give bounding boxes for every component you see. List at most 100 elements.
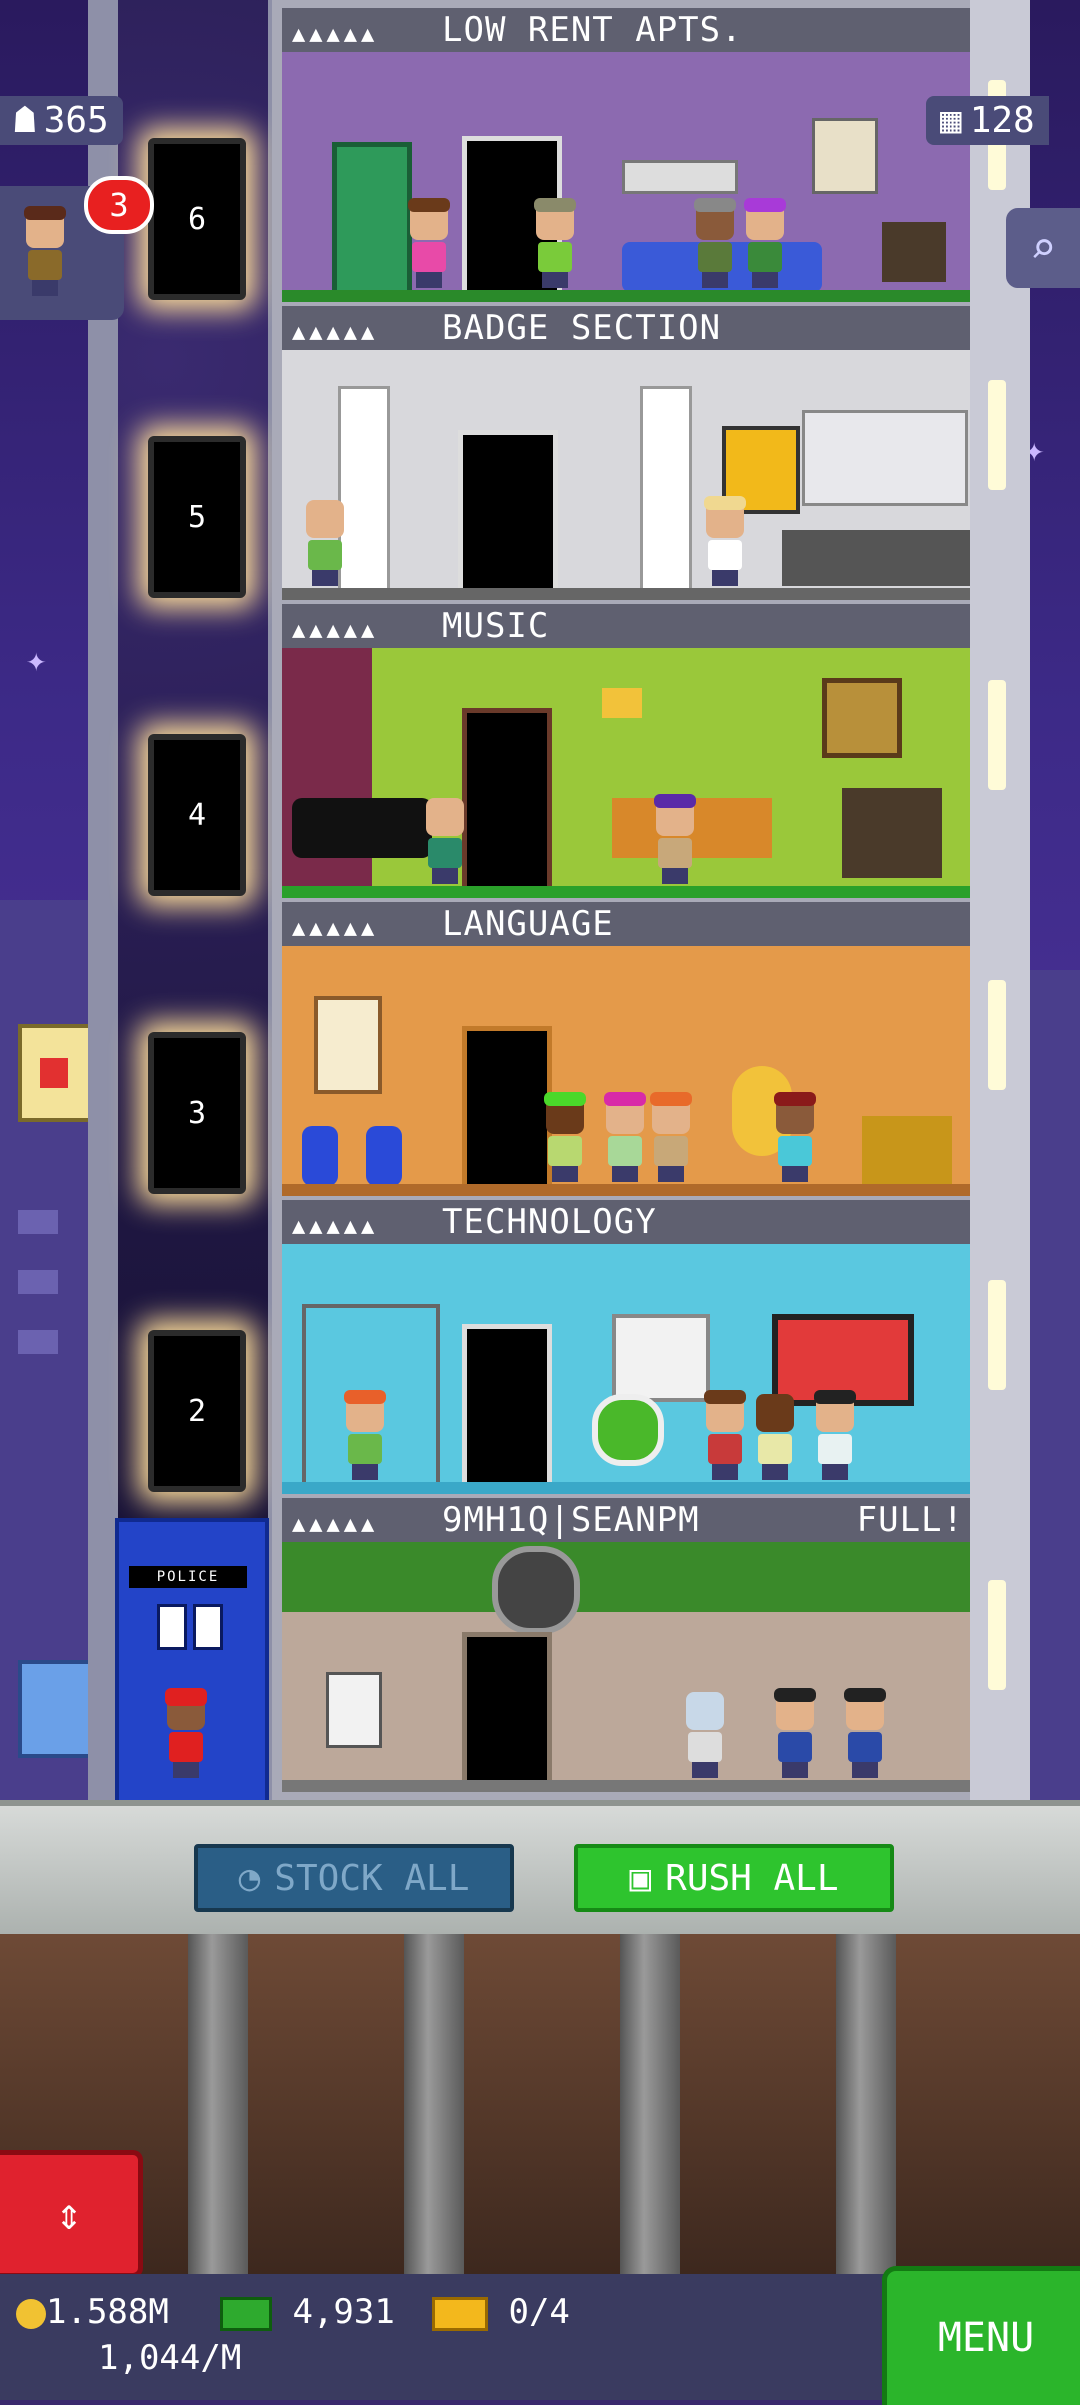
blue-vase bbox=[366, 1126, 402, 1186]
resident[interactable] bbox=[342, 1390, 388, 1480]
person-hair bbox=[534, 198, 576, 212]
floors-value: 128 bbox=[969, 100, 1035, 141]
room-interior bbox=[282, 1244, 970, 1494]
elevator-door-floor-4[interactable]: 4 bbox=[148, 734, 246, 896]
floor-label: ▲▲▲▲▲ MUSIC bbox=[282, 604, 970, 648]
menu-label: MENU bbox=[937, 2315, 1035, 2361]
stock-all-button[interactable]: ◔ STOCK ALL bbox=[194, 1844, 514, 1912]
person-body bbox=[688, 1732, 722, 1762]
person-legs bbox=[173, 1762, 199, 1778]
resident[interactable] bbox=[406, 198, 452, 288]
floor-technology[interactable]: ▲▲▲▲▲ TECHNOLOGY bbox=[282, 1200, 970, 1498]
person-legs bbox=[612, 1166, 638, 1182]
curtain bbox=[282, 648, 372, 898]
basement-lobby bbox=[0, 1934, 1080, 2274]
rush-all-button[interactable]: ▣ RUSH ALL bbox=[574, 1844, 894, 1912]
floor-label: ▲▲▲▲▲ 9MH1Q|SEANPM FULL! bbox=[282, 1498, 970, 1542]
coins-display: 1.588M bbox=[16, 2292, 169, 2332]
resident[interactable] bbox=[702, 496, 748, 586]
resident[interactable] bbox=[542, 1092, 588, 1182]
resident[interactable] bbox=[648, 1092, 694, 1182]
floor-low-rent-apts[interactable]: ▲▲▲▲▲ LOW RENT APTS. bbox=[282, 8, 970, 306]
person-legs bbox=[762, 1464, 788, 1480]
room-floor bbox=[282, 1482, 970, 1494]
bux-value: 4,931 bbox=[292, 2292, 395, 2332]
fries-icon bbox=[40, 1058, 68, 1088]
clock-icon: ◔ bbox=[238, 1857, 261, 1899]
wall-shelf bbox=[622, 160, 738, 194]
floor-name: LANGUAGE bbox=[442, 904, 614, 944]
room-floor bbox=[282, 588, 970, 600]
resident[interactable] bbox=[702, 1390, 748, 1480]
person-legs bbox=[782, 1166, 808, 1182]
resident[interactable] bbox=[682, 1692, 728, 1778]
basement-pillar bbox=[620, 1934, 680, 2274]
doorway bbox=[462, 1026, 552, 1196]
wing-light bbox=[988, 1580, 1006, 1690]
resident[interactable] bbox=[302, 500, 348, 586]
room-interior bbox=[282, 1542, 970, 1792]
elevator-door-floor-2[interactable]: 2 bbox=[148, 1330, 246, 1492]
room-floor bbox=[282, 1184, 970, 1196]
floor-stars: ▲▲▲▲▲ bbox=[292, 618, 379, 643]
person-legs bbox=[852, 1762, 878, 1778]
floor-name: MUSIC bbox=[442, 606, 550, 646]
floor-name: LOW RENT APTS. bbox=[442, 10, 743, 50]
background-window bbox=[18, 1330, 58, 1354]
tardis-window bbox=[193, 1604, 223, 1650]
resident[interactable] bbox=[812, 1390, 858, 1480]
room-floor bbox=[282, 886, 970, 898]
elevator-up-down-button[interactable]: ⇕ bbox=[0, 2150, 143, 2278]
floor-stars: ▲▲▲▲▲ bbox=[292, 320, 379, 345]
person-legs bbox=[782, 1762, 808, 1778]
person-legs bbox=[312, 570, 338, 586]
resident[interactable] bbox=[842, 1688, 888, 1778]
tardis-elevator-car[interactable]: POLICE bbox=[115, 1518, 269, 1806]
santa-passenger[interactable] bbox=[163, 1688, 209, 1778]
floor-stars: ▲▲▲▲▲ bbox=[292, 1214, 379, 1239]
bux-display[interactable]: 4,931 bbox=[220, 2292, 395, 2332]
building-icon: ▦ bbox=[940, 100, 962, 141]
person-body bbox=[654, 1136, 688, 1166]
round-vent bbox=[492, 1546, 580, 1634]
menu-button[interactable]: MENU bbox=[882, 2266, 1080, 2405]
visitor-avatar bbox=[22, 206, 68, 296]
person-body bbox=[169, 1732, 203, 1762]
floor-9mh1q-seanpm[interactable]: ▲▲▲▲▲ 9MH1Q|SEANPM FULL! bbox=[282, 1498, 970, 1796]
floor-music[interactable]: ▲▲▲▲▲ MUSIC bbox=[282, 604, 970, 902]
resident[interactable] bbox=[742, 198, 788, 288]
doorway bbox=[458, 430, 558, 600]
floor-name: TECHNOLOGY bbox=[442, 1202, 657, 1242]
resident[interactable] bbox=[752, 1394, 798, 1480]
resident[interactable] bbox=[652, 794, 698, 884]
person-hair bbox=[704, 496, 746, 510]
chandelier bbox=[602, 688, 642, 718]
basement-pillar bbox=[188, 1934, 248, 2274]
pillar-white bbox=[640, 386, 692, 592]
room-interior bbox=[282, 350, 970, 600]
resident[interactable] bbox=[772, 1688, 818, 1778]
tickets-display[interactable]: 0/4 bbox=[432, 2292, 570, 2332]
elevator-door-floor-5[interactable]: 5 bbox=[148, 436, 246, 598]
person-legs bbox=[712, 1464, 738, 1480]
portrait-frame bbox=[822, 678, 902, 758]
person-legs bbox=[416, 272, 442, 288]
billboard-screen bbox=[18, 1660, 92, 1758]
resident[interactable] bbox=[692, 198, 738, 288]
kitchen-counter bbox=[782, 530, 970, 586]
search-floor-button[interactable]: ⌕ bbox=[1006, 208, 1080, 288]
resident[interactable] bbox=[602, 1092, 648, 1182]
person-body bbox=[28, 250, 62, 280]
resident[interactable] bbox=[772, 1092, 818, 1182]
rush-all-label: RUSH ALL bbox=[665, 1857, 839, 1899]
person-legs bbox=[352, 1464, 378, 1480]
resident[interactable] bbox=[532, 198, 578, 288]
resident[interactable] bbox=[422, 798, 468, 884]
elevator-door-floor-6[interactable]: 6 bbox=[148, 138, 246, 300]
coins-rate: 1,044/M bbox=[98, 2338, 242, 2378]
person-legs bbox=[692, 1762, 718, 1778]
person-legs bbox=[712, 570, 738, 586]
elevator-door-floor-3[interactable]: 3 bbox=[148, 1032, 246, 1194]
floor-language[interactable]: ▲▲▲▲▲ LANGUAGE bbox=[282, 902, 970, 1200]
floor-badge-section[interactable]: ▲▲▲▲▲ BADGE SECTION bbox=[282, 306, 970, 604]
